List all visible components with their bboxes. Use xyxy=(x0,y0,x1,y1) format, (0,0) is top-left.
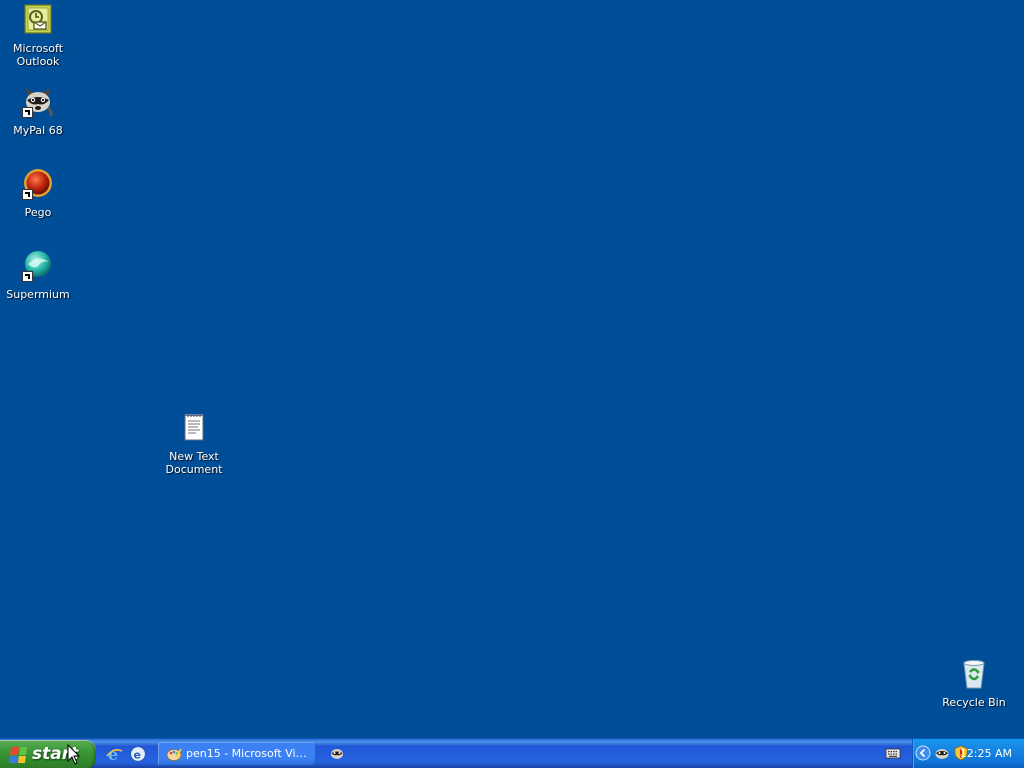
desktop-icon-label: New Text Document xyxy=(165,450,223,476)
desktop: Microsoft Outlook MyPal 68 Pego Supermiu… xyxy=(0,0,1024,738)
outlook-express-icon[interactable]: e xyxy=(128,743,148,765)
desktop-icon-microsoft-outlook[interactable]: Microsoft Outlook xyxy=(0,4,76,68)
quick-launch: e e xyxy=(104,743,148,765)
shortcut-arrow-icon xyxy=(22,271,33,282)
keyboard-icon[interactable] xyxy=(885,745,901,761)
mypal-icon[interactable] xyxy=(934,745,950,761)
system-tray: 12:25 AM xyxy=(885,739,1024,768)
desktop-icon-label: Supermium xyxy=(6,288,70,301)
desktop-icon-new-text-document[interactable]: New Text Document xyxy=(156,412,232,476)
desktop-icon-supermium[interactable]: Supermium xyxy=(0,250,76,301)
start-label: start xyxy=(32,744,79,764)
mypal-raccoon-icon xyxy=(22,86,54,118)
desktop-icon-pego[interactable]: Pego xyxy=(0,168,76,219)
text-document-icon xyxy=(178,412,210,444)
shortcut-arrow-icon xyxy=(22,189,33,200)
desktop-icon-label: Pego xyxy=(24,206,52,219)
desktop-icon-recycle-bin[interactable]: Recycle Bin xyxy=(936,658,1012,709)
desktop-icon-label: MyPal 68 xyxy=(13,124,63,137)
shortcut-arrow-icon xyxy=(22,107,33,118)
desktop-icon-label: Recycle Bin xyxy=(942,696,1006,709)
taskbar-button-mypal[interactable] xyxy=(328,742,346,766)
supermium-icon xyxy=(22,250,54,282)
taskbar-button-label: pen15 - Microsoft Vis... xyxy=(186,747,312,760)
recycle-bin-icon xyxy=(958,658,990,690)
mypal-small-icon xyxy=(329,746,345,762)
paint-icon xyxy=(166,746,182,762)
task-buttons: pen15 - Microsoft Vis... xyxy=(158,742,346,766)
start-button[interactable]: start xyxy=(0,740,96,768)
taskbar-button-paint[interactable]: pen15 - Microsoft Vis... xyxy=(158,742,316,766)
outlook-icon xyxy=(22,4,54,36)
taskbar: start e e pen15 - Microsoft Vis... 12:25… xyxy=(0,738,1024,768)
clock[interactable]: 12:25 AM xyxy=(960,739,1012,768)
chevron-left-icon[interactable] xyxy=(915,745,931,761)
internet-explorer-icon[interactable]: e xyxy=(104,743,124,765)
desktop-icon-mypal-68[interactable]: MyPal 68 xyxy=(0,86,76,137)
windows-logo-icon xyxy=(8,747,28,763)
svg-text:e: e xyxy=(134,749,141,762)
pego-icon xyxy=(22,168,54,200)
desktop-icon-label: Microsoft Outlook xyxy=(12,42,64,68)
